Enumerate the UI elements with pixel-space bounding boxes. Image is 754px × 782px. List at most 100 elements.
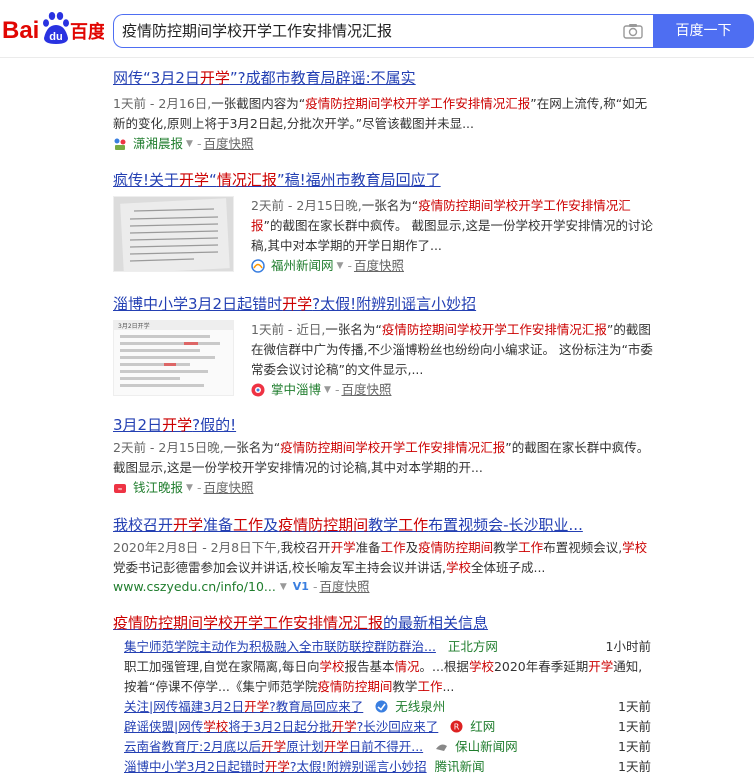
search-result: 网传“3月2日开学”?成都市教育局辟谣:不属实 1天前 - 2月16日,一张截图… [113, 68, 653, 153]
news-list: 集宁师范学院主动作为积极融入全市联防联控群防群治... 正北方网 1小时前 职工… [124, 637, 652, 777]
news-item: 关注|网传福建3月2日开学?教育局回应来了 无线泉州 1天前 [124, 697, 652, 717]
news-link[interactable]: 云南省教育厅:2月底以后开学原计划开学日前不得开... [124, 739, 423, 754]
dropdown-arrow-icon[interactable]: ▼ [337, 257, 344, 275]
result-body: 1天前 - 近日,一张名为“疫情防控期间学校开学工作安排情况汇报”的截图在微信群… [251, 320, 653, 399]
zibo-app-icon [251, 383, 265, 397]
news-time: 1天前 [618, 719, 651, 734]
baidu-logo[interactable]: Bai du 百度 [2, 8, 104, 48]
camera-icon[interactable] [623, 23, 643, 39]
text-segment: 教学 [392, 679, 418, 694]
highlight-keyword: 开学 [162, 416, 193, 434]
news-item: 淄博中小学3月2日起错时开学?太假!附辨别谣言小妙招 腾讯新闻 1天前 [124, 757, 652, 777]
highlight-keyword: 工作 [417, 679, 443, 694]
news-link[interactable]: 淄博中小学3月2日起错时开学?太假!附辨别谣言小妙招 [124, 759, 427, 774]
text-segment: 淄博中小学3月2日起错时 [113, 295, 283, 313]
baoshan-source-icon [436, 744, 448, 751]
result-title[interactable]: 淄博中小学3月2日起错时开学?太假!附辨别谣言小妙招 [113, 294, 653, 314]
highlight-keyword: 学校 [319, 659, 345, 674]
result-url[interactable]: www.cszyedu.cn/info/10... [113, 578, 276, 596]
text-segment: 网传“3月2日 [113, 69, 200, 87]
fuzhou-news-icon [251, 259, 265, 273]
highlight-keyword: 开学 [244, 699, 270, 714]
snapshot-link[interactable]: 百度快照 [341, 381, 391, 399]
v1-badge-icon[interactable]: V1 [293, 578, 309, 596]
text-segment: 一张名为“ [361, 198, 419, 213]
text-segment: 3月2日 [113, 416, 163, 434]
text-segment: “ [209, 171, 217, 189]
search-box [113, 14, 653, 48]
text-segment: 淄博中小学3月2日起错时 [124, 759, 265, 774]
news-source: 正北方网 [447, 639, 498, 654]
text-segment: 及 [405, 540, 419, 555]
text-segment: 教学 [368, 516, 399, 534]
highlight-keyword: 开学 [173, 516, 204, 534]
dropdown-arrow-icon[interactable]: ▼ [280, 578, 287, 596]
highlight-keyword: 情况汇报 [216, 171, 277, 189]
result-body: 2天前 - 2月15日晚,一张名为“疫情防控期间学校开学工作安排情况汇报”的截图… [251, 196, 653, 275]
news-link[interactable]: 关注|网传福建3月2日开学?教育局回应来了 [124, 699, 363, 714]
dropdown-arrow-icon[interactable]: ▼ [186, 479, 193, 497]
text-segment: 报告 [344, 659, 370, 674]
logo-paw-text: du [49, 31, 62, 43]
news-time: 1天前 [618, 759, 651, 774]
result-source-line: ≈ 钱江晚报 ▼ - 百度快照 [113, 479, 653, 497]
snapshot-link[interactable]: 百度快照 [319, 578, 369, 596]
text-segment: ”稿!福州市教育局回应了 [276, 171, 441, 189]
result-thumbnail[interactable] [113, 196, 234, 272]
news-block-title[interactable]: 疫情防控期间学校开学工作安排情况汇报的最新相关信息 [113, 613, 488, 633]
result-url-line: www.cszyedu.cn/info/10... ▼ V1 - 百度快照 [113, 578, 370, 596]
snapshot-link[interactable]: 百度快照 [203, 135, 253, 153]
highlight-keyword: 开学 [199, 69, 230, 87]
news-source: 保山新闻网 [455, 739, 518, 754]
highlight-keyword: 疫情防控期间学校开学工作安排情况汇报 [381, 322, 607, 337]
result-abstract: 2020年2月8日 - 2月8日下午,我校召开开学准备工作及疫情防控期间教学工作… [113, 538, 653, 578]
highlight-keyword: 学校 [468, 659, 494, 674]
text-segment: 辟谣侠盟|网传 [124, 719, 204, 734]
snapshot-link[interactable]: 百度快照 [203, 479, 253, 497]
dropdown-arrow-icon[interactable]: ▼ [186, 135, 193, 153]
highlight-keyword: 疫情防控期间学校开学工作安排情况汇报 [280, 440, 506, 455]
logo-text-left: Bai [2, 17, 39, 44]
result-source-name[interactable]: 福州新闻网 [271, 257, 334, 275]
dropdown-arrow-icon[interactable]: ▼ [324, 381, 331, 399]
result-date: 2020年2月8日 - 2月8日下午, [113, 540, 281, 555]
highlight-keyword: 学校 [622, 540, 648, 555]
result-title[interactable]: 3月2日开学?假的! [113, 415, 653, 435]
text-segment: 及 [263, 516, 279, 534]
document-photo-image [114, 197, 233, 271]
text-segment: 我校召开 [113, 516, 174, 534]
highlight-keyword: 情况 [394, 659, 420, 674]
text-segment: 的最新相关信息 [383, 614, 489, 632]
result-source-name[interactable]: 钱江晚报 [133, 479, 183, 497]
xiaoxiang-source-icon [114, 138, 126, 150]
result-title[interactable]: 网传“3月2日开学”?成都市教育局辟谣:不属实 [113, 68, 653, 88]
text-segment: 全体班子成... [470, 560, 546, 575]
text-segment: 云南省教育厅:2月底以后 [124, 739, 262, 754]
news-time: 1天前 [618, 739, 651, 754]
result-source-name[interactable]: 掌中淄博 [271, 381, 321, 399]
news-link[interactable]: 辟谣侠盟|网传学校将于3月2日起分批开学?长沙回应来了 [124, 719, 438, 734]
search-button[interactable]: 百度一下 [653, 14, 754, 48]
result-source-name[interactable]: 潇湘晨报 [133, 135, 183, 153]
highlight-keyword: 工作 [398, 516, 429, 534]
result-title[interactable]: 疯传!关于开学“情况汇报”稿!福州市教育局回应了 [113, 170, 653, 190]
text-segment: ... [442, 679, 455, 694]
search-input[interactable] [122, 15, 612, 47]
paw-icon: du [43, 12, 69, 44]
text-segment: 党委书记彭德雷参加会议并讲话,校长喻友军主持会议并讲话, [113, 560, 446, 575]
snapshot-link[interactable]: 百度快照 [354, 257, 404, 275]
text-segment: 集宁师范学院主动作为积极融入全市联防联控群防群治... [124, 639, 436, 654]
news-item: 集宁师范学院主动作为积极融入全市联防联控群防群治... 正北方网 1小时前 [124, 637, 652, 657]
svg-text:R: R [454, 723, 460, 732]
text-segment: 基本 [369, 659, 395, 674]
text-segment: 教学 [493, 540, 519, 555]
highlight-keyword: 开学 [264, 759, 290, 774]
result-source-line: 潇湘晨报 ▼ - 百度快照 [113, 135, 653, 153]
news-link[interactable]: 集宁师范学院主动作为积极融入全市联防联控群防群治... [124, 639, 436, 654]
highlight-keyword: 工作 [518, 540, 544, 555]
result-title[interactable]: 我校召开开学准备工作及疫情防控期间教学工作布置视频会-长沙职业... [113, 515, 653, 535]
highlight-keyword: 开学 [331, 719, 357, 734]
text-segment: 职工加强管理,自觉在家隔离,每日向 [124, 659, 320, 674]
text-segment: ?假的! [192, 416, 237, 434]
result-thumbnail[interactable]: 3月2日开学 [113, 320, 234, 396]
